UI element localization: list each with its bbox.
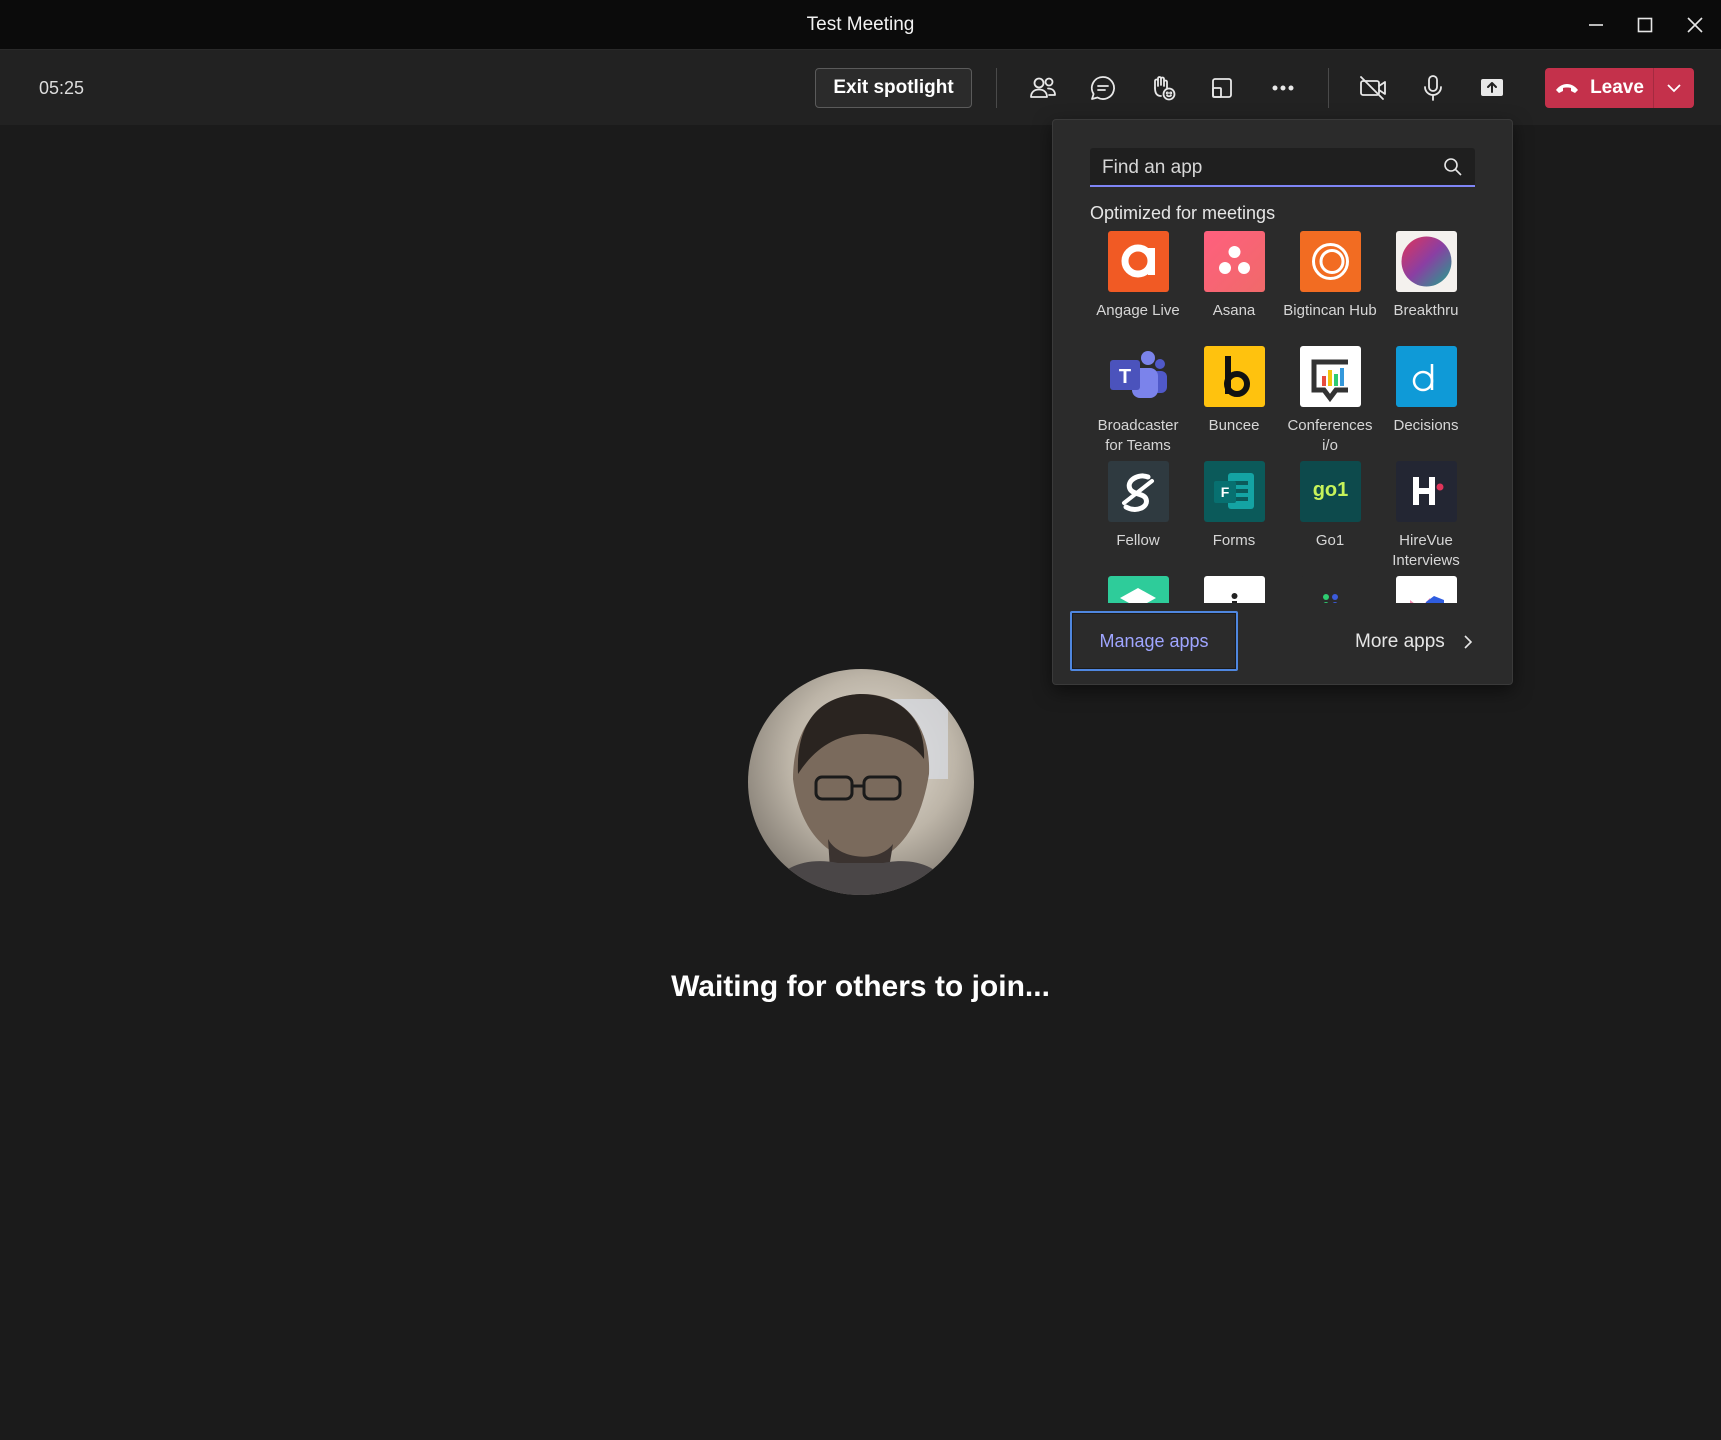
chevron-right-icon (1464, 635, 1472, 649)
app-tile-fellow[interactable]: Fellow (1090, 461, 1186, 551)
more-apps-label: More apps (1355, 631, 1445, 652)
bigtincan-hub-icon (1299, 231, 1361, 292)
chart-app-icon (1395, 576, 1457, 603)
app-tile-forms[interactable]: F Forms (1186, 461, 1282, 551)
app-tile-go1[interactable]: go1 Go1 (1282, 461, 1378, 551)
apps-flyout: Optimized for meetings Angage Live Asana… (1052, 119, 1513, 685)
svg-text:go1: go1 (1312, 479, 1348, 501)
app-name: Go1 (1315, 532, 1345, 549)
svg-text:F: F (1220, 484, 1229, 500)
close-icon (1687, 17, 1703, 33)
minimize-button[interactable] (1571, 0, 1621, 50)
app-name: Angage Live (1096, 302, 1180, 319)
title-bar: Test Meeting (0, 0, 1721, 50)
hirevue-icon (1395, 461, 1457, 522)
microphone-icon (1424, 75, 1442, 101)
teams-icon: T (1108, 346, 1169, 407)
app-tile-buncee[interactable]: Buncee (1186, 346, 1282, 436)
chat-button[interactable] (1081, 68, 1125, 108)
avatar-photo (768, 694, 953, 895)
app-name: Conferences i/o (1287, 417, 1373, 454)
meeting-toolbar: 05:25 Exit spotlight Leave (0, 50, 1721, 125)
view-button[interactable] (1200, 68, 1244, 108)
app-name: Buncee (1208, 417, 1260, 434)
app-grid: Angage Live Asana Bigtincan Hub Breakthr… (1090, 231, 1476, 603)
more-actions-button[interactable] (1261, 68, 1305, 108)
app-name: HireVue Interviews (1392, 532, 1460, 569)
window-title: Test Meeting (806, 14, 915, 35)
breakthru-icon (1395, 231, 1457, 292)
buncee-icon (1203, 346, 1265, 407)
asana-icon (1203, 231, 1265, 292)
info-app-icon (1203, 576, 1265, 603)
participants-button[interactable] (1021, 68, 1065, 108)
forms-icon: F (1203, 461, 1265, 522)
app-name: Breakthru (1393, 302, 1459, 319)
app-tile-bigtincan-hub[interactable]: Bigtincan Hub (1282, 231, 1378, 321)
leave-label: Leave (1590, 77, 1644, 98)
app-tile-angage-live[interactable]: Angage Live (1090, 231, 1186, 321)
app-search-box[interactable] (1090, 148, 1475, 187)
angage-live-icon (1107, 231, 1169, 292)
maximize-icon (1637, 17, 1653, 33)
app-tile-breakthru[interactable]: Breakthru (1378, 231, 1474, 321)
conferences-io-icon (1299, 346, 1361, 407)
app-tile-hirevue-interviews[interactable]: HireVue Interviews (1378, 461, 1474, 571)
leave-main[interactable]: Leave (1545, 68, 1653, 108)
microphone-button[interactable] (1411, 68, 1455, 108)
layout-icon (1212, 78, 1232, 98)
app-tile[interactable] (1090, 576, 1186, 603)
search-icon[interactable] (1443, 157, 1463, 177)
raise-hand-emoji-icon (1154, 76, 1176, 101)
manage-apps-button[interactable]: Manage apps (1070, 611, 1238, 671)
stack-icon (1107, 576, 1169, 603)
decisions-icon (1395, 346, 1457, 407)
camera-off-icon (1360, 76, 1386, 100)
app-name: Bigtincan Hub (1283, 302, 1377, 319)
app-tile-asana[interactable]: Asana (1186, 231, 1282, 321)
hang-up-icon (1556, 84, 1579, 93)
people-icon (1030, 77, 1056, 98)
exit-spotlight-button[interactable]: Exit spotlight (815, 68, 972, 108)
minimize-icon (1589, 24, 1603, 26)
reactions-button[interactable] (1141, 68, 1185, 108)
app-tile-conferences-io[interactable]: Conferences i/o (1282, 346, 1378, 456)
meeting-timer: 05:25 (39, 78, 85, 98)
leave-options-button[interactable] (1654, 68, 1694, 108)
section-title: Optimized for meetings (1090, 203, 1276, 223)
app-name: Fellow (1116, 532, 1160, 549)
svg-text:T: T (1118, 366, 1130, 388)
go1-icon: go1 (1299, 461, 1361, 522)
app-tile[interactable] (1378, 576, 1474, 603)
chevron-down-icon (1667, 84, 1681, 93)
app-tile[interactable] (1186, 576, 1282, 603)
waiting-message: Waiting for others to join... (671, 970, 1050, 1003)
more-apps-link[interactable]: More apps (1355, 627, 1473, 657)
toolbar-divider (1328, 68, 1329, 108)
maximize-button[interactable] (1620, 0, 1670, 50)
app-search-input[interactable] (1102, 154, 1432, 182)
close-window-button[interactable] (1670, 0, 1720, 50)
app-name: Broadcaster for Teams (1097, 417, 1179, 454)
chat-icon (1090, 76, 1115, 100)
fellow-icon (1107, 461, 1169, 522)
app-name: Decisions (1393, 417, 1459, 434)
app-name: Asana (1212, 302, 1256, 319)
more-icon (1272, 85, 1294, 91)
share-button[interactable] (1470, 68, 1514, 108)
share-screen-icon (1481, 79, 1503, 96)
app-tile-decisions[interactable]: Decisions (1378, 346, 1474, 436)
participant-avatar (748, 669, 974, 895)
camera-button[interactable] (1351, 68, 1395, 108)
app-tile-broadcaster-for-teams[interactable]: T Broadcaster for Teams (1090, 346, 1186, 456)
app-tile[interactable] (1282, 576, 1378, 603)
leave-button[interactable]: Leave (1545, 68, 1694, 108)
app-name: Forms (1212, 532, 1256, 549)
toolbar-divider (996, 68, 997, 108)
people-app-icon (1299, 576, 1361, 603)
